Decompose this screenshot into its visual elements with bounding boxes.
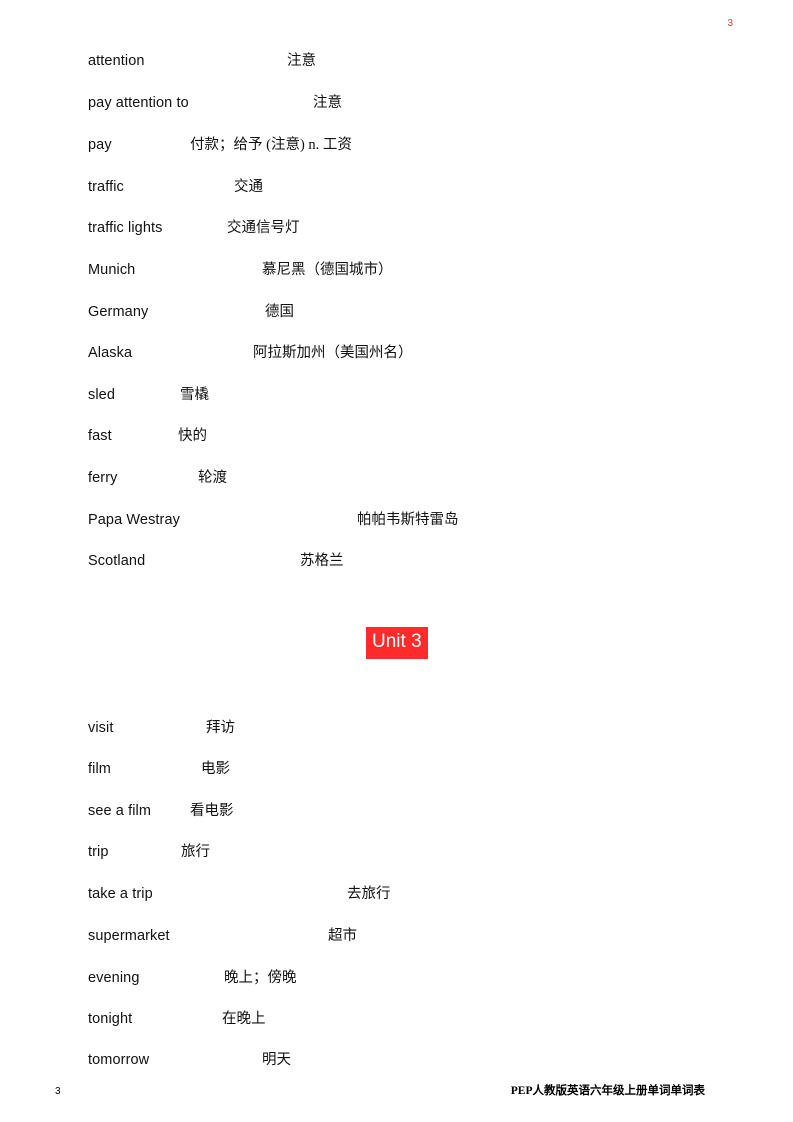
vocabulary-term: evening <box>88 970 140 986</box>
vocabulary-term: Papa Westray <box>88 512 181 528</box>
vocabulary-meaning: 去旅行 <box>347 886 391 902</box>
vocabulary-term: Germany <box>88 304 149 320</box>
vocabulary-term: tomorrow <box>88 1052 150 1068</box>
vocabulary-term: pay <box>88 137 112 153</box>
vocabulary-term: pay attention to <box>88 95 189 111</box>
vocabulary-meaning: 交通 <box>234 179 263 195</box>
vocabulary-term: sled <box>88 387 115 403</box>
vocabulary-meaning: 明天 <box>262 1052 291 1068</box>
page-number-top: 3 <box>727 18 733 29</box>
vocabulary-meaning: 晚上；傍晚 <box>224 970 297 986</box>
vocabulary-meaning: 交通信号灯 <box>227 220 300 236</box>
vocabulary-meaning: 雪橇 <box>180 387 209 403</box>
vocabulary-term: ferry <box>88 470 118 486</box>
vocabulary-meaning: 注意 <box>287 53 316 69</box>
vocabulary-meaning: 电影 <box>201 761 230 777</box>
vocabulary-meaning: 在晚上 <box>222 1011 266 1027</box>
vocabulary-meaning: 超市 <box>328 928 357 944</box>
vocabulary-meaning: 慕尼黑（德国城市） <box>262 262 393 278</box>
vocabulary-term: trip <box>88 844 109 860</box>
vocabulary-meaning: 旅行 <box>181 844 210 860</box>
vocabulary-term: supermarket <box>88 928 170 944</box>
vocabulary-meaning: 德国 <box>265 304 294 320</box>
vocabulary-term: traffic lights <box>88 220 163 236</box>
vocabulary-term: visit <box>88 720 114 736</box>
footer-note: PEP人教版英语六年级上册单词单词表 <box>510 1085 705 1097</box>
vocabulary-meaning: 快的 <box>178 428 207 444</box>
vocabulary-meaning: 苏格兰 <box>300 553 344 569</box>
vocabulary-term: tonight <box>88 1011 133 1027</box>
vocabulary-term: Alaska <box>88 345 133 361</box>
vocabulary-meaning: 付款；给予 (注意) n. 工资 <box>190 137 352 153</box>
vocabulary-term: traffic <box>88 179 124 195</box>
vocabulary-meaning: 拜访 <box>206 720 235 736</box>
vocabulary-term: attention <box>88 53 145 69</box>
footer-page-number: 3 <box>55 1086 61 1097</box>
vocabulary-meaning: 轮渡 <box>198 470 227 486</box>
document-page: 3 attention 注意 pay attention to 注意 pay 付款；给予 … <box>0 0 793 1122</box>
vocabulary-term: see a film <box>88 803 152 819</box>
vocabulary-term: take a trip <box>88 886 153 902</box>
vocabulary-term: Munich <box>88 262 136 278</box>
unit-heading: Unit 3 <box>366 627 428 659</box>
vocabulary-term: film <box>88 761 111 777</box>
vocabulary-meaning: 注意 <box>313 95 342 111</box>
vocabulary-meaning: 帕帕韦斯特雷岛 <box>357 512 459 528</box>
vocabulary-meaning: 阿拉斯加州（美国州名） <box>253 345 413 361</box>
vocabulary-term: Scotland <box>88 553 146 569</box>
vocabulary-term: fast <box>88 428 112 444</box>
vocabulary-meaning: 看电影 <box>190 803 234 819</box>
